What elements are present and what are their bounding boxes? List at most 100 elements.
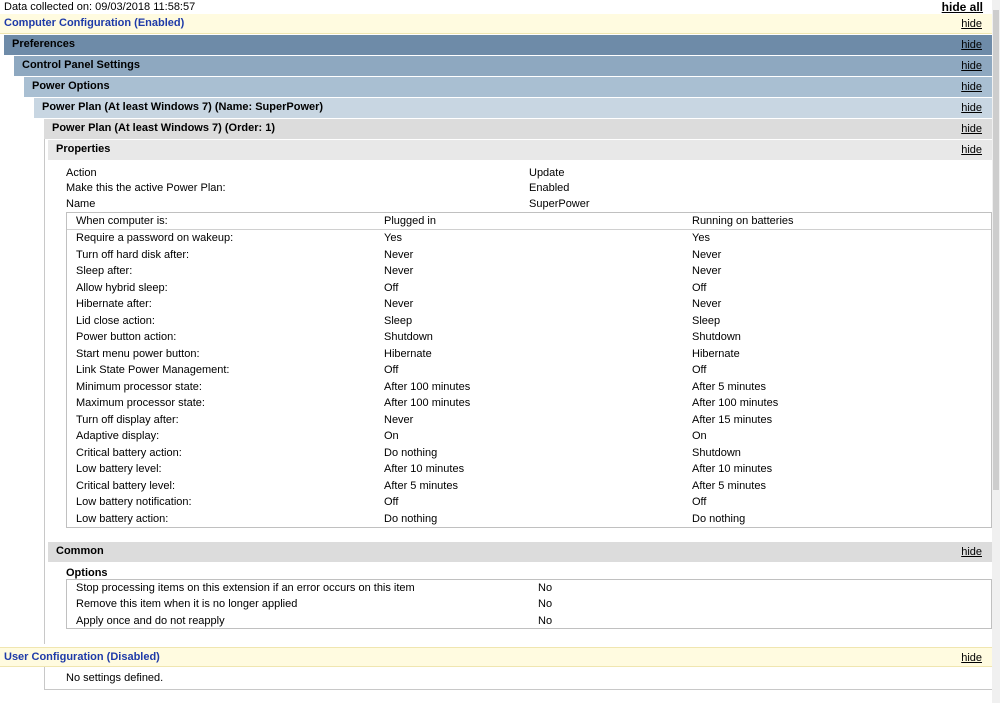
- column-header: Plugged in: [384, 215, 436, 227]
- hide-control-panel-settings-link[interactable]: hide: [961, 60, 982, 72]
- table-row: Adaptive display: On On: [67, 428, 987, 444]
- battery-value: After 10 minutes: [692, 463, 773, 475]
- power-options-title: Power Options: [32, 80, 110, 92]
- vertical-scrollbar[interactable]: [992, 0, 1000, 703]
- table-row: Minimum processor state: After 100 minute…: [67, 379, 987, 395]
- battery-value: Do nothing: [692, 512, 746, 525]
- setting-label: Low battery notification:: [76, 496, 192, 508]
- data-collected-text: Data collected on: 09/03/2018 11:58:57: [4, 1, 196, 13]
- power-plan-order-title: Power Plan (At least Windows 7) (Order: …: [52, 122, 275, 134]
- hide-properties-link[interactable]: hide: [961, 144, 982, 156]
- battery-value: After 5 minutes: [692, 479, 766, 492]
- battery-value: Never: [692, 248, 722, 261]
- preferences-title: Preferences: [12, 38, 75, 50]
- options-title: Options: [66, 567, 108, 579]
- option-label: Stop processing items on this extension …: [76, 582, 415, 594]
- setting-label: Link State Power Management:: [76, 364, 230, 376]
- table-row: Maximum processor state: After 100 minute…: [67, 395, 987, 411]
- setting-label: Allow hybrid sleep:: [76, 281, 168, 294]
- column-header: Running on batteries: [692, 215, 794, 227]
- option-value: No: [538, 598, 553, 610]
- control-panel-settings-header: Control Panel Settings hide: [14, 56, 992, 76]
- computer-configuration-header: Computer Configuration (Enabled) hide: [0, 14, 992, 34]
- battery-value: On: [692, 430, 707, 442]
- plugged-in-value: After 10 minutes: [384, 463, 465, 475]
- hide-power-plan-order-link[interactable]: hide: [961, 123, 982, 135]
- setting-label: Maximum processor state:: [76, 397, 205, 409]
- plugged-in-value: Hibernate: [384, 347, 432, 360]
- no-settings-text: No settings defined.: [66, 672, 164, 684]
- hide-preferences-link[interactable]: hide: [961, 39, 982, 51]
- setting-label: Start menu power button:: [76, 347, 200, 360]
- plugged-in-value: Off: [384, 364, 399, 376]
- battery-value: After 5 minutes: [692, 380, 766, 393]
- table-row: Start menu power button: Hibernate Hiberna…: [67, 346, 987, 362]
- setting-label: Low battery action:: [76, 512, 169, 525]
- option-label: Remove this item when it is no longer ap…: [76, 598, 298, 610]
- power-settings-table-header: When computer is: Plugged in Running on …: [67, 213, 991, 230]
- setting-label: Turn off hard disk after:: [76, 248, 190, 261]
- hide-power-plan-name-link[interactable]: hide: [961, 102, 982, 114]
- option-row: Stop processing items on this extension …: [67, 580, 987, 596]
- indent-guide: [44, 139, 45, 644]
- computer-configuration-title[interactable]: Computer Configuration (Enabled): [4, 17, 184, 29]
- table-row: Sleep after: Never Never: [67, 263, 987, 279]
- user-configuration-title[interactable]: User Configuration (Disabled): [4, 651, 160, 663]
- plugged-in-value: After 100 minutes: [384, 380, 471, 393]
- property-value: SuperPower: [529, 198, 590, 210]
- table-row: Critical battery action: Do nothing Shutdo…: [67, 445, 987, 461]
- user-configuration-header: User Configuration (Disabled) hide: [0, 647, 992, 667]
- table-row: Power button action: Shutdown Shutdown: [67, 329, 987, 345]
- hide-common-link[interactable]: hide: [961, 546, 982, 558]
- battery-value: Never: [692, 298, 722, 310]
- plugged-in-value: Yes: [384, 232, 402, 244]
- hide-power-options-link[interactable]: hide: [961, 81, 982, 93]
- plugged-in-value: Sleep: [384, 314, 413, 327]
- battery-value: Shutdown: [692, 446, 741, 459]
- hide-all-link[interactable]: hide all: [942, 0, 983, 14]
- plugged-in-value: Off: [384, 496, 399, 508]
- setting-label: Turn off display after:: [76, 413, 179, 426]
- property-label: Name: [66, 198, 96, 210]
- plugged-in-value: After 5 minutes: [384, 479, 458, 492]
- plugged-in-value: Never: [384, 248, 414, 261]
- table-row: Turn off hard disk after: Never Never: [67, 247, 987, 263]
- table-row: Low battery action: Do nothing Do nothing: [67, 511, 987, 527]
- common-title: Common: [56, 545, 104, 557]
- power-settings-table: When computer is: Plugged in Running on …: [66, 212, 992, 528]
- properties-header: Properties hide: [48, 140, 992, 160]
- setting-label: Power button action:: [76, 331, 177, 343]
- preferences-header: Preferences hide: [4, 35, 992, 55]
- battery-value: Off: [692, 496, 707, 508]
- battery-value: Yes: [692, 232, 710, 244]
- power-plan-order-header: Power Plan (At least Windows 7) (Order: …: [44, 119, 992, 139]
- table-row: Hibernate after: Never Never: [67, 296, 987, 312]
- table-row: Link State Power Management: Off Off: [67, 362, 987, 378]
- table-row: Require a password on wakeup: Yes Yes: [67, 230, 987, 246]
- battery-value: After 15 minutes: [692, 413, 773, 426]
- power-options-header: Power Options hide: [24, 77, 992, 97]
- plugged-in-value: Do nothing: [384, 512, 438, 525]
- scrollbar-thumb[interactable]: [993, 10, 999, 490]
- plugged-in-value: Do nothing: [384, 446, 438, 459]
- setting-label: Minimum processor state:: [76, 380, 202, 393]
- battery-value: Sleep: [692, 314, 721, 327]
- setting-label: Require a password on wakeup:: [76, 232, 234, 244]
- option-row: Apply once and do not reapply No: [67, 613, 987, 629]
- setting-label: Critical battery action:: [76, 446, 182, 459]
- common-header: Common hide: [48, 542, 992, 562]
- setting-label: Hibernate after:: [76, 298, 152, 310]
- table-row: Lid close action: Sleep Sleep: [67, 313, 987, 329]
- options-table: Stop processing items on this extension …: [66, 579, 992, 629]
- power-plan-name-title: Power Plan (At least Windows 7) (Name: S…: [42, 101, 324, 113]
- plugged-in-value: Never: [384, 265, 414, 277]
- setting-label: Adaptive display:: [76, 430, 160, 442]
- property-row: Make this the active Power Plan: Enabled: [66, 180, 986, 196]
- hide-computer-configuration-link[interactable]: hide: [961, 18, 982, 30]
- property-label: Action: [66, 167, 97, 179]
- plugged-in-value: Off: [384, 281, 399, 294]
- setting-label: Lid close action:: [76, 314, 155, 327]
- option-label: Apply once and do not reapply: [76, 615, 225, 627]
- battery-value: Hibernate: [692, 347, 740, 360]
- hide-user-configuration-link[interactable]: hide: [961, 652, 982, 664]
